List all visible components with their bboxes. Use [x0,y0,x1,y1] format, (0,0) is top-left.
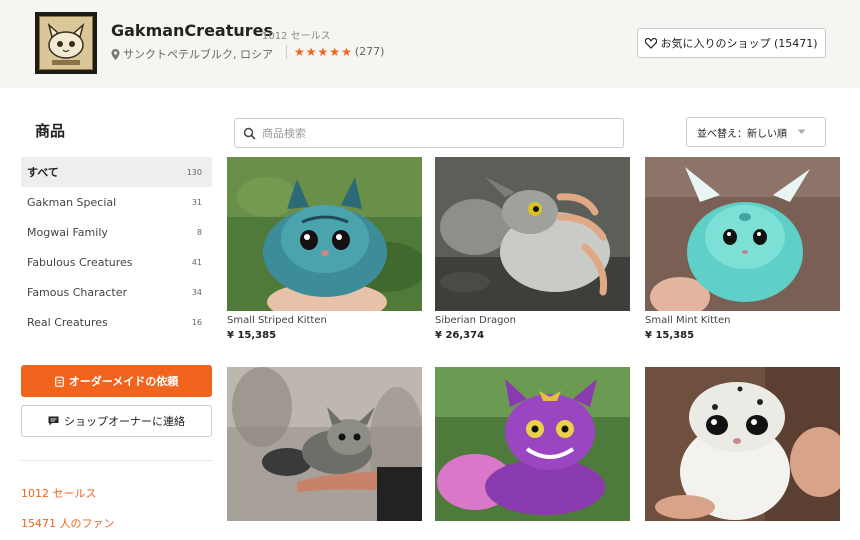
contact-owner-button[interactable]: ショップオーナーに連絡 [21,405,212,437]
category-label: Famous Character [27,285,128,299]
product-price: ¥ 26,374 [435,330,485,341]
shop-header: GakmanCreatures 1012 セールス サンクトペテルブルク, ロシ… [0,0,860,88]
product-card[interactable] [645,367,840,540]
product-title[interactable]: Small Mint Kitten [645,315,840,329]
category-label: Real Creatures [27,315,108,329]
shop-logo[interactable] [35,12,97,74]
category-item-real-creatures[interactable]: Real Creatures 16 [21,307,212,337]
chevron-down-icon [797,129,806,134]
location-pin-icon [111,48,120,60]
product-image[interactable] [645,157,840,311]
star-icon: ★ [305,44,317,59]
product-title[interactable] [227,525,422,539]
category-label: Gakman Special [27,195,117,209]
product-card[interactable]: Small Mint Kitten ¥ 15,385 [645,157,840,341]
product-title[interactable] [435,525,630,539]
shop-location: サンクトペテルブルク, ロシア [111,46,273,62]
star-icon: ★ [317,44,329,59]
product-card[interactable]: Small Striped Kitten ¥ 15,385 [227,157,422,341]
category-label: すべて [27,166,59,179]
star-icon: ★ [341,44,352,59]
favorite-shop-label: お気に入りのショップ (15471) [660,37,818,50]
category-item-fabulous-creatures[interactable]: Fabulous Creatures 41 [21,247,212,277]
category-item-gakman-special[interactable]: Gakman Special 31 [21,187,212,217]
category-label: Mogwai Family [27,225,108,239]
product-title[interactable]: Small Striped Kitten [227,315,422,329]
star-icon: ★ [329,44,341,59]
location-text: サンクトペテルブルク, ロシア [123,48,273,61]
category-count: 8 [196,227,202,237]
shop-sales-count: 1012 セールス [262,31,331,42]
divider [286,45,287,59]
category-count: 41 [191,257,202,267]
product-price: ¥ 15,385 [227,330,277,341]
product-image[interactable] [645,367,840,521]
product-price: ¥ 15,385 [645,330,695,341]
category-count: 16 [191,317,202,327]
search-icon [243,127,256,140]
product-title[interactable]: Siberian Dragon [435,315,630,329]
product-card[interactable]: Siberian Dragon ¥ 26,374 [435,157,630,341]
custom-order-label: オーダーメイドの依頼 [68,375,179,388]
sales-count-link[interactable]: 1012 セールス [21,485,97,501]
category-count: 31 [191,197,202,207]
product-image[interactable] [435,157,630,311]
product-image[interactable] [227,367,422,521]
shop-name[interactable]: GakmanCreatures [111,21,273,40]
category-count: 34 [191,287,202,297]
fans-count-link[interactable]: 15471 人のファン [21,515,115,531]
shop-rating[interactable]: ★ ★ ★ ★ ★ (277) [294,45,384,58]
category-count: 130 [186,167,202,177]
product-image[interactable] [435,367,630,521]
contact-owner-label: ショップオーナーに連絡 [64,415,185,428]
product-search[interactable] [234,118,624,148]
product-card[interactable] [435,367,630,540]
category-label: Fabulous Creatures [27,255,133,269]
custom-order-button[interactable]: オーダーメイドの依頼 [21,365,212,397]
sort-dropdown[interactable]: 並べ替え：新しい順 [686,117,826,147]
favorite-shop-button[interactable]: お気に入りのショップ (15471) [637,28,826,58]
star-icon: ★ [294,44,305,59]
sidebar-title: 商品 [35,122,66,140]
sort-label: 並べ替え：新しい順 [697,128,787,140]
message-icon [48,416,59,426]
search-input[interactable] [262,126,602,140]
product-card[interactable] [227,367,422,540]
divider [21,460,212,461]
category-item-famous-character[interactable]: Famous Character 34 [21,277,212,307]
product-image[interactable] [227,157,422,311]
product-title[interactable] [645,525,840,539]
category-item-all[interactable]: すべて 130 [21,157,212,187]
heart-icon [645,37,658,49]
clipboard-icon [54,376,64,387]
category-item-mogwai-family[interactable]: Mogwai Family 8 [21,217,212,247]
review-count: (277) [354,45,385,58]
